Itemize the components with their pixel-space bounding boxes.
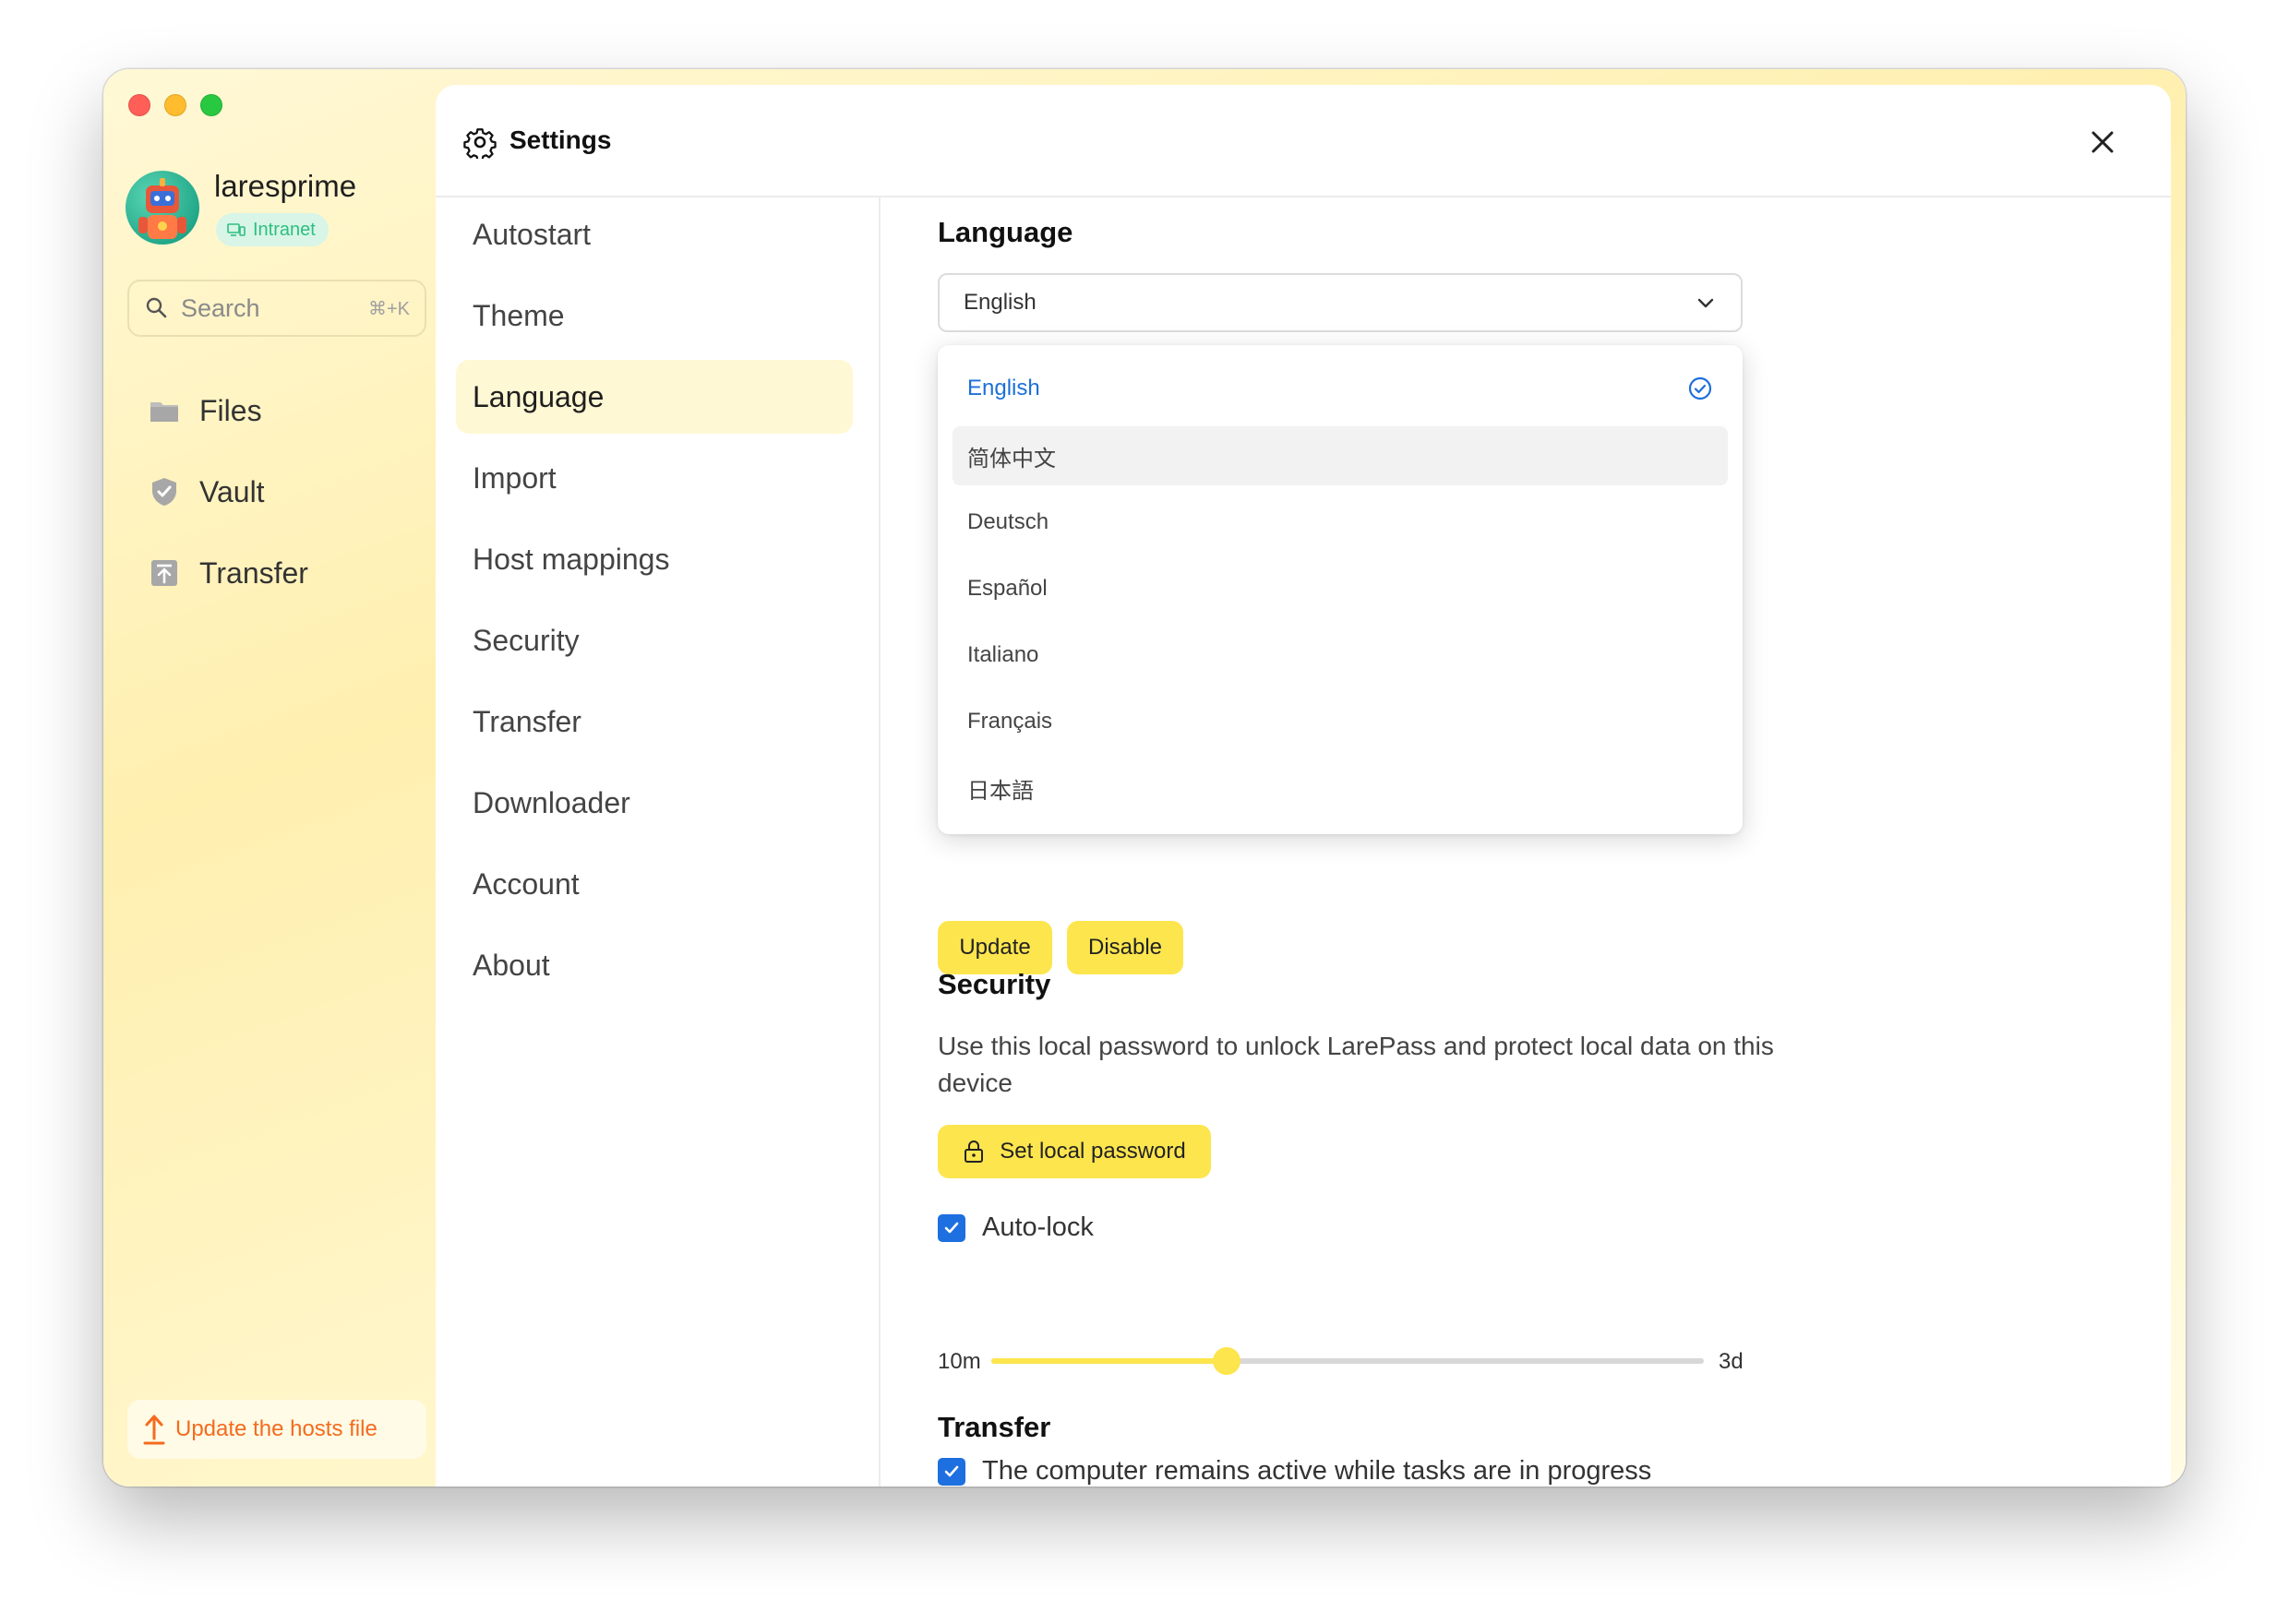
sidebar-item-transfer[interactable]: Transfer — [127, 532, 426, 614]
upload-box-icon — [151, 560, 177, 586]
autolock-label: Auto-lock — [982, 1212, 1094, 1242]
autolock-slider[interactable]: 10m 3d — [938, 1342, 1750, 1379]
language-option-francais[interactable]: Français — [953, 692, 1728, 751]
slider-max-label: 3d — [1719, 1349, 1744, 1374]
language-option-label: Français — [967, 709, 1053, 734]
search-input[interactable]: Search ⌘+K — [127, 280, 426, 337]
set-local-password-label: Set local password — [1000, 1139, 1186, 1164]
sidebar-item-vault[interactable]: Vault — [127, 451, 426, 532]
page-title: Settings — [509, 125, 612, 154]
close-window-button[interactable] — [128, 94, 150, 116]
disable-button[interactable]: Disable — [1067, 921, 1183, 974]
language-section-title: Language — [938, 216, 1073, 248]
settings-panel: Settings Autostart Theme Language Import… — [436, 85, 2171, 1487]
language-option-label: Español — [967, 576, 1048, 601]
language-option-japanese[interactable]: 日本語 — [953, 758, 1728, 818]
gear-icon — [463, 128, 497, 159]
menu-item-downloader[interactable]: Downloader — [456, 766, 853, 840]
sidebar-item-label: Files — [199, 393, 262, 427]
update-button[interactable]: Update — [938, 921, 1052, 974]
check-circle-icon — [1688, 376, 1712, 400]
sidebar-nav: Files Vault Transfer — [127, 370, 426, 614]
security-section-title: Security — [938, 968, 1051, 1000]
language-option-chinese[interactable]: 简体中文 — [953, 426, 1728, 485]
language-select-value: English — [964, 290, 1037, 315]
language-option-label: 日本語 — [967, 778, 1034, 804]
settings-content: Language English English 简体中文 Deutsch Es… — [881, 197, 2171, 1487]
menu-item-host-mappings[interactable]: Host mappings — [456, 522, 853, 596]
language-option-label: English — [967, 376, 1040, 400]
language-option-italiano[interactable]: Italiano — [953, 626, 1728, 685]
network-badge: Intranet — [216, 213, 329, 246]
keep-awake-row: The computer remains active while tasks … — [938, 1456, 1651, 1487]
autolock-checkbox[interactable] — [938, 1213, 965, 1242]
sidebar-item-label: Vault — [199, 474, 265, 508]
lan-icon — [227, 223, 246, 236]
update-hosts-button[interactable]: Update the hosts file — [127, 1400, 426, 1459]
search-placeholder: Search — [181, 293, 260, 322]
menu-item-transfer[interactable]: Transfer — [456, 685, 853, 758]
close-icon[interactable] — [2088, 127, 2117, 157]
avatar[interactable] — [126, 171, 199, 245]
sidebar-item-label: Transfer — [199, 555, 308, 590]
checkmark-icon — [944, 1222, 959, 1233]
window-controls — [128, 94, 222, 116]
language-option-deutsch[interactable]: Deutsch — [953, 493, 1728, 552]
menu-item-language[interactable]: Language — [456, 360, 853, 434]
upload-arrow-icon — [143, 1415, 165, 1445]
slider-fill — [991, 1358, 1227, 1364]
lock-icon — [965, 1140, 984, 1163]
checkmark-icon — [944, 1465, 959, 1476]
search-icon — [146, 297, 167, 318]
minimize-window-button[interactable] — [164, 94, 186, 116]
keep-awake-checkbox[interactable] — [938, 1457, 965, 1486]
shield-check-icon — [152, 478, 176, 506]
app-window: laresprime Intranet Search ⌘+K Files Vau… — [103, 69, 2186, 1487]
maximize-window-button[interactable] — [200, 94, 222, 116]
language-select[interactable]: English — [938, 273, 1743, 332]
menu-item-about[interactable]: About — [456, 928, 853, 1002]
folder-icon — [150, 402, 178, 422]
security-description: Use this local password to unlock LarePa… — [938, 1032, 1774, 1097]
slider-thumb[interactable] — [1212, 1347, 1240, 1375]
slider-track[interactable] — [991, 1347, 1704, 1375]
menu-item-import[interactable]: Import — [456, 441, 853, 515]
menu-item-security[interactable]: Security — [456, 603, 853, 677]
language-option-espanol[interactable]: Español — [953, 559, 1728, 618]
username: laresprime — [214, 169, 357, 203]
autolock-row: Auto-lock — [938, 1212, 1094, 1243]
menu-item-account[interactable]: Account — [456, 847, 853, 921]
menu-item-theme[interactable]: Theme — [456, 279, 853, 352]
network-badge-label: Intranet — [253, 219, 316, 240]
language-option-label: Deutsch — [967, 509, 1049, 534]
menu-item-autostart[interactable]: Autostart — [456, 197, 853, 271]
language-option-label: Italiano — [967, 642, 1039, 667]
set-local-password-button[interactable]: Set local password — [938, 1125, 1211, 1178]
settings-menu: Autostart Theme Language Import Host map… — [436, 197, 881, 1487]
search-shortcut: ⌘+K — [367, 298, 410, 319]
language-option-english[interactable]: English — [953, 359, 1728, 418]
keep-awake-label: The computer remains active while tasks … — [982, 1456, 1652, 1486]
update-hosts-label: Update the hosts file — [175, 1416, 378, 1441]
slider-min-label: 10m — [938, 1349, 981, 1374]
settings-header: Settings — [436, 85, 2171, 197]
chevron-down-icon — [1697, 298, 1714, 308]
language-dropdown: English 简体中文 Deutsch Español Italiano Fr… — [938, 345, 1743, 834]
transfer-section-title: Transfer — [938, 1411, 1051, 1443]
sidebar-item-files[interactable]: Files — [127, 370, 426, 451]
language-option-label: 简体中文 — [967, 446, 1056, 472]
